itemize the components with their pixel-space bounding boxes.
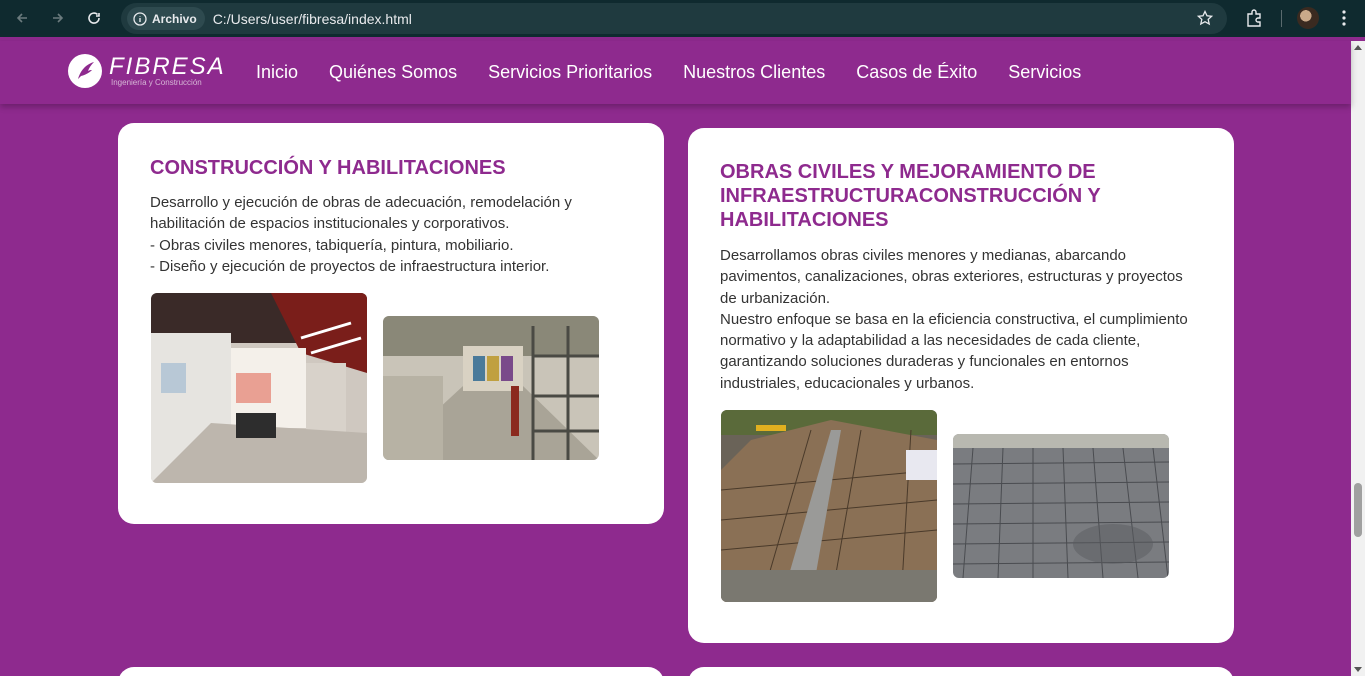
toolbar-divider xyxy=(1281,10,1282,27)
back-button[interactable] xyxy=(11,7,33,29)
more-menu-icon[interactable] xyxy=(1336,8,1352,28)
arrow-left-icon xyxy=(16,13,27,23)
corridor-scaffolding-photo xyxy=(383,316,599,460)
nav-inicio[interactable]: Inicio xyxy=(256,62,298,83)
reload-icon xyxy=(88,12,100,24)
card-title: CONSTRUCCIÓN Y HABILITACIONES xyxy=(150,157,506,179)
nav-casos-de-exito[interactable]: Casos de Éxito xyxy=(856,62,977,83)
site-logo[interactable]: FIBRESA Ingeniería y Construcción xyxy=(68,54,226,88)
service-card-next-right xyxy=(688,667,1234,676)
logo-name: FIBRESA xyxy=(109,53,226,80)
nav-quienes-somos[interactable]: Quiénes Somos xyxy=(329,62,457,83)
site-chip-label: Archivo xyxy=(152,11,197,26)
main-nav: Inicio Quiénes Somos Servicios Prioritar… xyxy=(256,62,1112,83)
profile-avatar[interactable] xyxy=(1297,7,1319,29)
card-title: OBRAS CIVILES Y MEJORAMIENTO DE INFRAEST… xyxy=(720,161,1101,231)
rebar-pavement-photo xyxy=(721,410,937,602)
service-card-obras-civiles: OBRAS CIVILES Y MEJORAMIENTO DE INFRAEST… xyxy=(688,128,1234,643)
info-icon xyxy=(133,11,147,26)
address-bar[interactable]: Archivo C:/Users/user/fibresa/index.html xyxy=(121,3,1227,34)
arrow-right-icon xyxy=(53,13,64,23)
scroll-thumb[interactable] xyxy=(1354,483,1362,537)
service-card-construccion: CONSTRUCCIÓN Y HABILITACIONES Desarrollo… xyxy=(118,123,664,524)
site-header: FIBRESA Ingeniería y Construcción Inicio… xyxy=(0,41,1351,104)
card-description: Desarrollo y ejecución de obras de adecu… xyxy=(150,194,572,275)
extensions-puzzle-icon[interactable] xyxy=(1244,8,1264,28)
scroll-up-arrow-icon[interactable] xyxy=(1354,45,1362,50)
url-text[interactable]: C:/Users/user/fibresa/index.html xyxy=(213,11,412,27)
scroll-down-arrow-icon[interactable] xyxy=(1354,667,1362,672)
nav-servicios-prioritarios[interactable]: Servicios Prioritarios xyxy=(488,62,652,83)
concrete-slab-photo xyxy=(953,434,1169,578)
bookmark-star-icon[interactable] xyxy=(1197,10,1213,26)
nav-servicios[interactable]: Servicios xyxy=(1008,62,1081,83)
forward-button[interactable] xyxy=(47,7,69,29)
card-description: Desarrollamos obras civiles menores y me… xyxy=(720,247,1188,392)
browser-toolbar: Archivo C:/Users/user/fibresa/index.html xyxy=(0,0,1365,37)
page-scrollbar[interactable] xyxy=(1351,41,1365,676)
site-info-chip[interactable]: Archivo xyxy=(127,7,205,30)
interior-remodel-photo xyxy=(151,293,367,483)
reload-button[interactable] xyxy=(83,7,105,29)
service-card-next-left xyxy=(118,667,664,676)
feather-logo-icon xyxy=(68,54,102,88)
nav-nuestros-clientes[interactable]: Nuestros Clientes xyxy=(683,62,825,83)
